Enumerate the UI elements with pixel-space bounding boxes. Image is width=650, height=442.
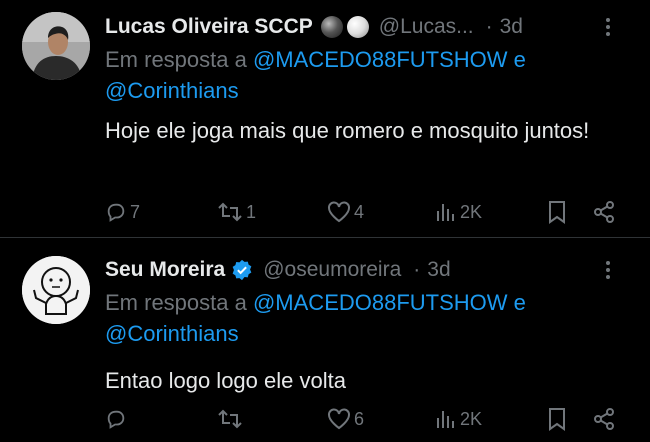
separator-dot: · bbox=[413, 258, 421, 281]
author-handle[interactable]: @Lucas... bbox=[379, 15, 474, 39]
reply-and: e bbox=[513, 47, 526, 72]
reply-prefix: Em resposta a bbox=[105, 290, 247, 315]
share-icon bbox=[594, 408, 614, 430]
retweet-count: 1 bbox=[246, 201, 257, 222]
avatar[interactable] bbox=[22, 12, 90, 80]
share-button[interactable] bbox=[592, 405, 616, 433]
like-icon bbox=[328, 408, 350, 430]
like-button[interactable]: 4 bbox=[327, 198, 364, 226]
separator-dot: · bbox=[485, 15, 493, 38]
tweet-actions: 7 1 4 2K bbox=[105, 198, 625, 226]
tweet[interactable]: Lucas Oliveira SCCP @Lucas... · 3d Em re… bbox=[0, 0, 650, 238]
tweet[interactable]: Seu Moreira @oseumoreira · 3d Em respost… bbox=[0, 238, 650, 442]
avatar-drawing bbox=[22, 256, 90, 324]
like-count: 6 bbox=[354, 408, 365, 429]
reply-button[interactable] bbox=[105, 405, 130, 433]
more-icon[interactable] bbox=[598, 255, 618, 285]
tweet-header: Seu Moreira @oseumoreira · 3d bbox=[105, 255, 630, 285]
like-count: 4 bbox=[354, 201, 365, 222]
retweet-button[interactable] bbox=[217, 405, 246, 433]
more-icon[interactable] bbox=[598, 12, 618, 42]
views-icon bbox=[437, 411, 454, 428]
views-count: 2K bbox=[460, 201, 483, 222]
tweet-text: Entao logo logo ele volta bbox=[105, 368, 346, 393]
bookmark-icon bbox=[549, 408, 565, 431]
author-name[interactable]: Seu Moreira bbox=[105, 258, 225, 282]
share-icon bbox=[594, 201, 614, 223]
bookmark-button[interactable] bbox=[546, 405, 568, 433]
emoji-badges bbox=[317, 16, 369, 38]
mention-link[interactable]: @MACEDO88FUTSHOW bbox=[253, 290, 508, 315]
retweet-icon bbox=[218, 202, 242, 222]
timestamp[interactable]: 3d bbox=[500, 15, 523, 39]
white-ball-emoji-icon bbox=[346, 16, 369, 38]
views-button[interactable]: 2K bbox=[435, 198, 482, 226]
reply-context: Em resposta a @MACEDO88FUTSHOW e @Corint… bbox=[105, 287, 625, 349]
avatar-photo bbox=[22, 12, 90, 80]
avatar[interactable] bbox=[22, 256, 90, 324]
tweet-text: Hoje ele joga mais que romero e mosquito… bbox=[105, 118, 590, 143]
like-icon bbox=[328, 201, 350, 223]
retweet-icon bbox=[218, 409, 242, 429]
mention-link[interactable]: @Corinthians bbox=[105, 321, 239, 346]
verified-icon bbox=[231, 259, 253, 281]
tweet-header: Lucas Oliveira SCCP @Lucas... · 3d bbox=[105, 12, 630, 42]
black-ball-emoji-icon bbox=[320, 16, 343, 38]
mention-link[interactable]: @Corinthians bbox=[105, 78, 239, 103]
views-count: 2K bbox=[460, 408, 483, 429]
bookmark-icon bbox=[549, 201, 565, 224]
reply-button[interactable]: 7 bbox=[105, 198, 140, 226]
tweet-actions: 6 2K bbox=[105, 405, 625, 433]
reply-prefix: Em resposta a bbox=[105, 47, 247, 72]
bookmark-button[interactable] bbox=[546, 198, 568, 226]
views-button[interactable]: 2K bbox=[435, 405, 482, 433]
reply-and: e bbox=[513, 290, 526, 315]
reply-context: Em resposta a @MACEDO88FUTSHOW e @Corint… bbox=[105, 44, 625, 106]
reply-icon bbox=[107, 203, 125, 222]
timestamp[interactable]: 3d bbox=[427, 258, 450, 282]
like-button[interactable]: 6 bbox=[327, 405, 364, 433]
reply-icon bbox=[107, 410, 125, 429]
author-handle[interactable]: @oseumoreira bbox=[263, 258, 401, 282]
share-button[interactable] bbox=[592, 198, 616, 226]
author-name[interactable]: Lucas Oliveira SCCP bbox=[105, 15, 313, 39]
views-icon bbox=[437, 204, 454, 221]
mention-link[interactable]: @MACEDO88FUTSHOW bbox=[253, 47, 508, 72]
retweet-button[interactable]: 1 bbox=[217, 198, 256, 226]
reply-count: 7 bbox=[130, 201, 141, 222]
